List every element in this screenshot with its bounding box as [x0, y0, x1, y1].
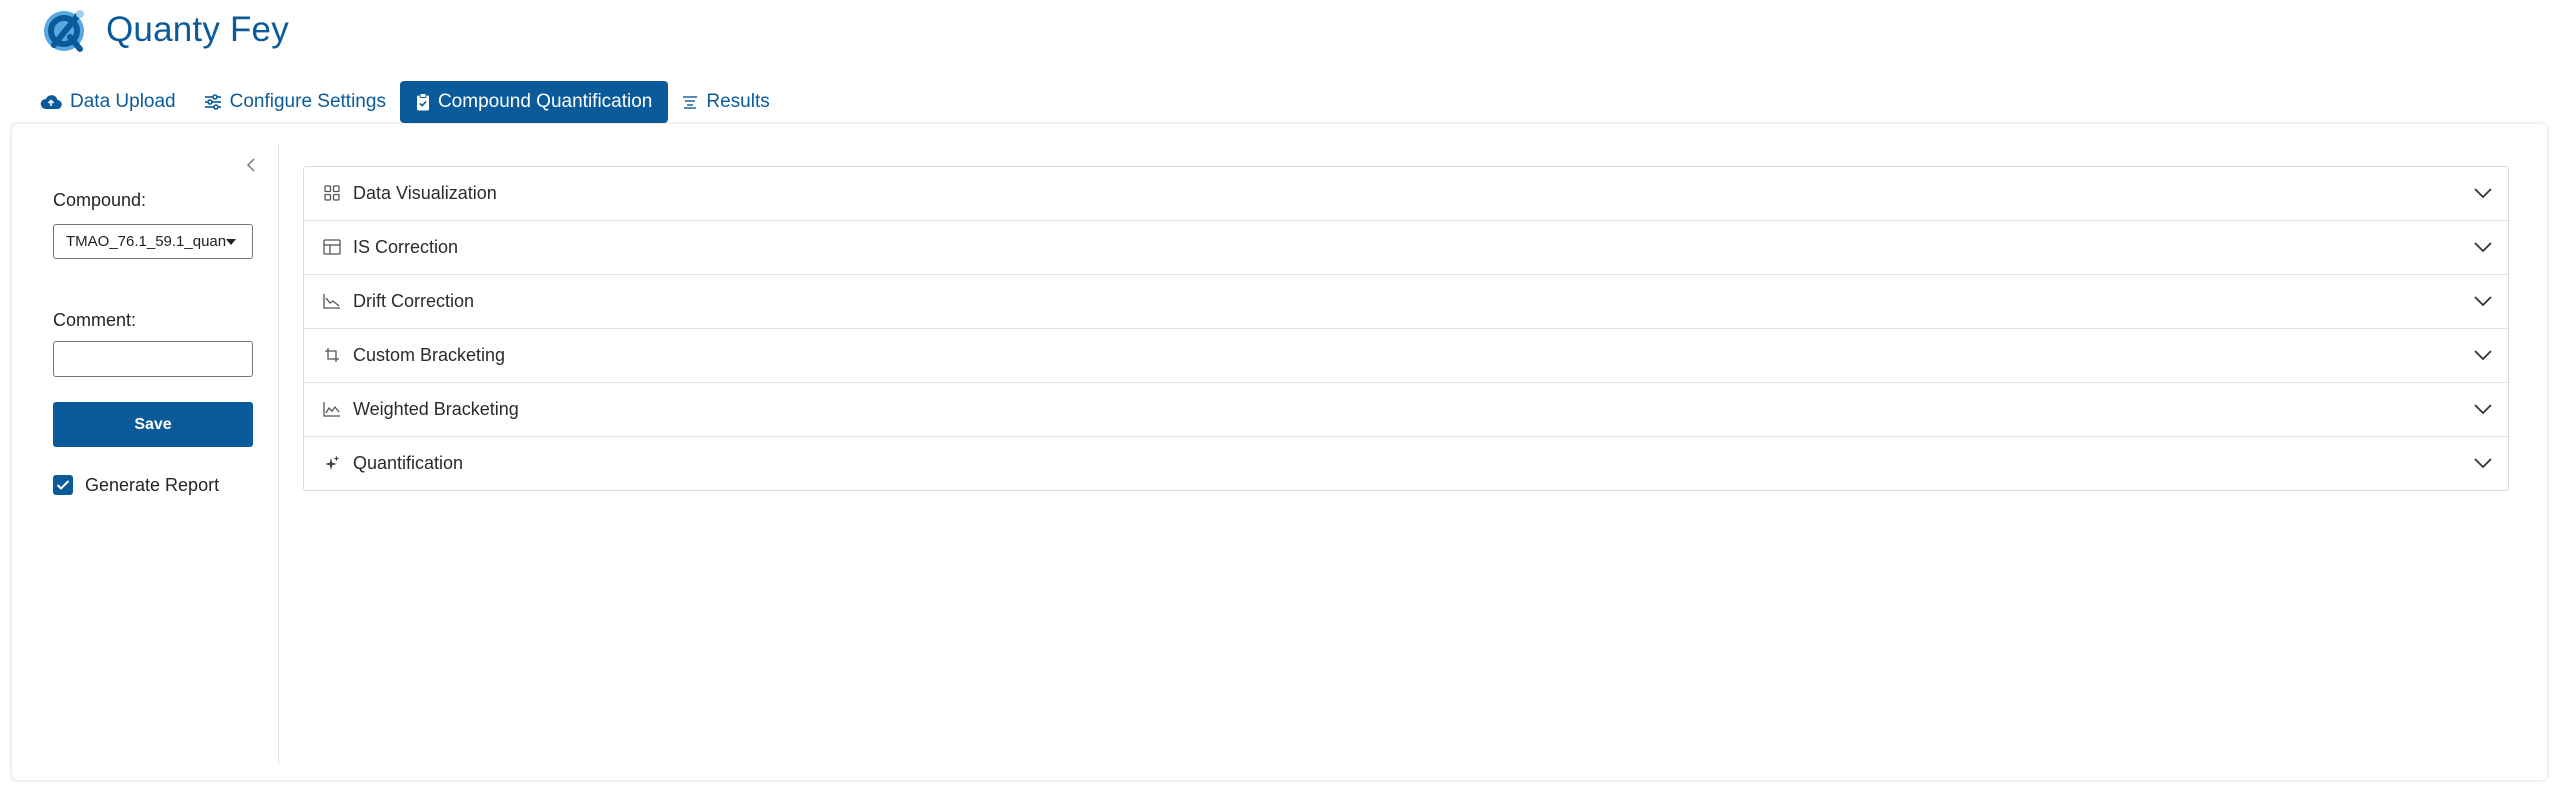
sections-accordion: Data Visualization IS Correction Drift C… [303, 166, 2509, 491]
comment-label: Comment: [53, 310, 137, 330]
comment-input[interactable] [53, 341, 253, 377]
chevron-down-icon [2474, 350, 2492, 361]
grid-icon [323, 184, 341, 202]
compound-label: Compound: [53, 190, 147, 210]
generate-report-checkbox[interactable] [53, 475, 73, 495]
tab-configure-settings[interactable]: Configure Settings [190, 81, 400, 123]
app-logo-icon [44, 10, 84, 52]
section-label: Quantification [353, 453, 464, 473]
tab-label: Configure Settings [229, 91, 386, 112]
sidebar-divider [278, 144, 279, 764]
chevron-down-icon [2474, 296, 2492, 307]
chevron-down-icon [2474, 188, 2492, 199]
table-icon [323, 238, 341, 256]
chevron-left-icon [246, 158, 255, 172]
section-is-correction[interactable]: IS Correction [304, 221, 2508, 275]
section-drift-correction[interactable]: Drift Correction [304, 275, 2508, 329]
section-label: Custom Bracketing [353, 345, 506, 365]
tab-data-upload[interactable]: Data Upload [26, 81, 190, 123]
tab-label: Results [706, 91, 770, 112]
compound-quantification-panel: Compound: TMAO_76.1_59.1_quant Comment: … [12, 124, 2547, 780]
chevron-down-icon [2474, 404, 2492, 415]
app-header: Quanty Fey [40, 6, 289, 54]
chevron-down-icon [2474, 458, 2492, 469]
clipboard-check-icon [416, 93, 429, 111]
generate-report-label: Generate Report [85, 475, 220, 495]
app-title: Quanty Fey [106, 10, 289, 49]
collapse-sidebar-button[interactable] [240, 154, 262, 176]
caret-down-icon [226, 239, 236, 245]
checkmark-icon [56, 480, 70, 490]
sidebar: Compound: TMAO_76.1_59.1_quant Comment: … [12, 124, 278, 764]
section-label: Weighted Bracketing [353, 399, 519, 419]
chevron-down-icon [2474, 242, 2492, 253]
line-chart-icon [323, 400, 341, 418]
section-label: Data Visualization [353, 183, 497, 203]
section-label: IS Correction [353, 237, 459, 257]
filter-lines-icon [683, 96, 698, 109]
tab-label: Compound Quantification [437, 91, 653, 112]
tab-label: Data Upload [70, 91, 176, 112]
main-tabs: Data Upload Configure Settings Compound … [26, 81, 784, 123]
section-quantification[interactable]: Quantification [304, 437, 2508, 490]
cloud-upload-icon [40, 95, 62, 110]
tab-compound-quantification[interactable]: Compound Quantification [399, 81, 669, 123]
save-button[interactable]: Save [53, 402, 253, 447]
line-chart-icon [323, 292, 341, 310]
compound-select[interactable]: TMAO_76.1_59.1_quant [53, 224, 253, 259]
section-label: Drift Correction [353, 291, 475, 311]
section-custom-bracketing[interactable]: Custom Bracketing [304, 329, 2508, 383]
section-data-visualization[interactable]: Data Visualization [304, 167, 2508, 221]
crop-icon [323, 346, 341, 364]
sliders-icon [204, 94, 221, 110]
tab-results[interactable]: Results [668, 81, 783, 123]
section-weighted-bracketing[interactable]: Weighted Bracketing [304, 383, 2508, 437]
compound-select-value: TMAO_76.1_59.1_quant [66, 233, 226, 250]
sparkles-icon [323, 454, 341, 472]
